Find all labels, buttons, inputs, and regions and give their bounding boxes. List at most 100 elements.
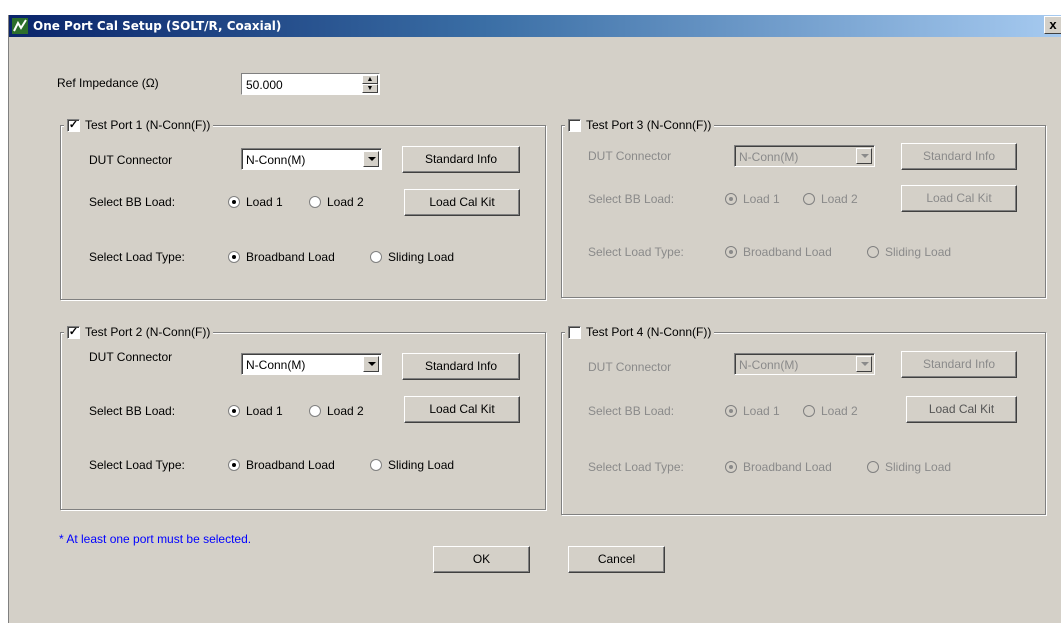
port3-standard-info-button: Standard Info: [901, 143, 1017, 170]
port2-broadband-label: Broadband Load: [246, 458, 335, 472]
port3-broadband-radio: Broadband Load: [725, 245, 832, 259]
radio-empty-icon: [309, 196, 321, 208]
port2-checkbox[interactable]: ✓: [67, 325, 80, 339]
port4-connector-value: N-Conn(M): [739, 358, 799, 372]
radio-selected-icon: [725, 405, 737, 417]
chevron-down-icon: [856, 356, 872, 372]
port4-dut-label: DUT Connector: [588, 360, 672, 374]
radio-empty-icon: [867, 461, 879, 473]
check-icon: ✓: [68, 118, 79, 131]
cancel-button[interactable]: Cancel: [568, 546, 665, 573]
radio-empty-icon: [867, 246, 879, 258]
dialog-window: One Port Cal Setup (SOLT/R, Coaxial) x R…: [8, 15, 1061, 623]
port1-sliding-label: Sliding Load: [388, 250, 455, 264]
app-icon: [12, 18, 28, 34]
chevron-down-icon[interactable]: [363, 356, 379, 372]
port3-load1-label: Load 1: [743, 192, 780, 206]
port3-load2-radio: Load 2: [803, 192, 858, 206]
port3-bb-load-label: Select BB Load:: [588, 192, 675, 206]
port4-title: Test Port 4 (N-Conn(F)): [586, 325, 712, 339]
radio-selected-icon: [725, 461, 737, 473]
radio-selected-icon: [725, 193, 737, 205]
port2-title: Test Port 2 (N-Conn(F)): [85, 325, 211, 339]
radio-selected-icon: [228, 459, 240, 471]
port1-standard-info-button[interactable]: Standard Info: [402, 146, 520, 173]
port3-load-type-label: Select Load Type:: [588, 245, 684, 259]
port4-load-cal-kit-button: Load Cal Kit: [906, 396, 1017, 423]
port2-load-type-label: Select Load Type:: [89, 458, 185, 472]
port1-load-cal-kit-button[interactable]: Load Cal Kit: [404, 189, 520, 216]
port1-checkbox[interactable]: ✓: [67, 118, 80, 132]
radio-selected-icon: [228, 405, 240, 417]
port2-sliding-radio[interactable]: Sliding Load: [370, 458, 454, 472]
ok-button[interactable]: OK: [433, 546, 530, 573]
port3-header: Test Port 3 (N-Conn(F)): [565, 118, 715, 132]
title-bar[interactable]: One Port Cal Setup (SOLT/R, Coaxial) x: [9, 15, 1061, 37]
port2-load2-label: Load 2: [327, 404, 364, 418]
port3-sliding-label: Sliding Load: [885, 245, 952, 259]
spin-up-button[interactable]: ▲: [362, 75, 378, 84]
port1-broadband-label: Broadband Load: [246, 250, 335, 264]
chevron-down-icon[interactable]: [363, 151, 379, 167]
radio-empty-icon: [309, 405, 321, 417]
port3-load1-radio: Load 1: [725, 192, 780, 206]
port1-connector-select[interactable]: N-Conn(M): [241, 148, 382, 170]
radio-empty-icon: [370, 251, 382, 263]
port4-load2-label: Load 2: [821, 404, 858, 418]
port3-connector-value: N-Conn(M): [739, 150, 799, 164]
port2-connector-value: N-Conn(M): [246, 358, 306, 372]
ref-impedance-value: 50.000: [246, 78, 283, 92]
port2-load-cal-kit-button[interactable]: Load Cal Kit: [404, 396, 520, 423]
port4-bb-load-label: Select BB Load:: [588, 404, 675, 418]
spin-down-button[interactable]: ▼: [362, 84, 378, 93]
port2-dut-label: DUT Connector: [89, 350, 173, 364]
port1-load1-label: Load 1: [246, 195, 283, 209]
radio-selected-icon: [725, 246, 737, 258]
close-icon: x: [1049, 17, 1057, 32]
port1-load2-radio[interactable]: Load 2: [309, 195, 364, 209]
port2-sliding-label: Sliding Load: [388, 458, 455, 472]
port1-dut-label: DUT Connector: [89, 153, 173, 167]
port4-load-type-label: Select Load Type:: [588, 460, 684, 474]
radio-selected-icon: [228, 196, 240, 208]
port4-broadband-label: Broadband Load: [743, 460, 832, 474]
port2-load1-label: Load 1: [246, 404, 283, 418]
radio-empty-icon: [370, 459, 382, 471]
port1-load2-label: Load 2: [327, 195, 364, 209]
port4-load1-radio: Load 1: [725, 404, 780, 418]
port1-title: Test Port 1 (N-Conn(F)): [85, 118, 211, 132]
port3-checkbox[interactable]: [568, 118, 581, 132]
port2-bb-load-label: Select BB Load:: [89, 404, 176, 418]
port4-connector-select: N-Conn(M): [734, 353, 875, 375]
port3-load-cal-kit-button: Load Cal Kit: [901, 185, 1017, 212]
port4-load1-label: Load 1: [743, 404, 780, 418]
port3-dut-label: DUT Connector: [588, 149, 672, 163]
port4-header: Test Port 4 (N-Conn(F)): [565, 325, 715, 339]
port1-broadband-radio[interactable]: Broadband Load: [228, 250, 335, 264]
port1-load-type-label: Select Load Type:: [89, 250, 185, 264]
ref-impedance-spinbox[interactable]: 50.000 ▲ ▼: [241, 73, 380, 95]
port4-load2-radio: Load 2: [803, 404, 858, 418]
port3-load2-label: Load 2: [821, 192, 858, 206]
port3-title: Test Port 3 (N-Conn(F)): [586, 118, 712, 132]
close-button[interactable]: x: [1044, 16, 1061, 34]
port4-broadband-radio: Broadband Load: [725, 460, 832, 474]
port3-connector-select: N-Conn(M): [734, 145, 875, 167]
radio-empty-icon: [803, 193, 815, 205]
port2-load2-radio[interactable]: Load 2: [309, 404, 364, 418]
port-selection-note: * At least one port must be selected.: [59, 532, 252, 546]
port2-load1-radio[interactable]: Load 1: [228, 404, 283, 418]
port4-sliding-label: Sliding Load: [885, 460, 952, 474]
port1-sliding-radio[interactable]: Sliding Load: [370, 250, 454, 264]
chevron-down-icon: [856, 148, 872, 164]
port1-header: ✓ Test Port 1 (N-Conn(F)): [64, 118, 214, 132]
port3-sliding-radio: Sliding Load: [867, 245, 951, 259]
port2-header: ✓ Test Port 2 (N-Conn(F)): [64, 325, 214, 339]
port4-sliding-radio: Sliding Load: [867, 460, 951, 474]
port4-checkbox[interactable]: [568, 325, 581, 339]
port2-broadband-radio[interactable]: Broadband Load: [228, 458, 335, 472]
port2-connector-select[interactable]: N-Conn(M): [241, 353, 382, 375]
port2-standard-info-button[interactable]: Standard Info: [402, 353, 520, 380]
check-icon: ✓: [68, 325, 79, 338]
port1-load1-radio[interactable]: Load 1: [228, 195, 283, 209]
